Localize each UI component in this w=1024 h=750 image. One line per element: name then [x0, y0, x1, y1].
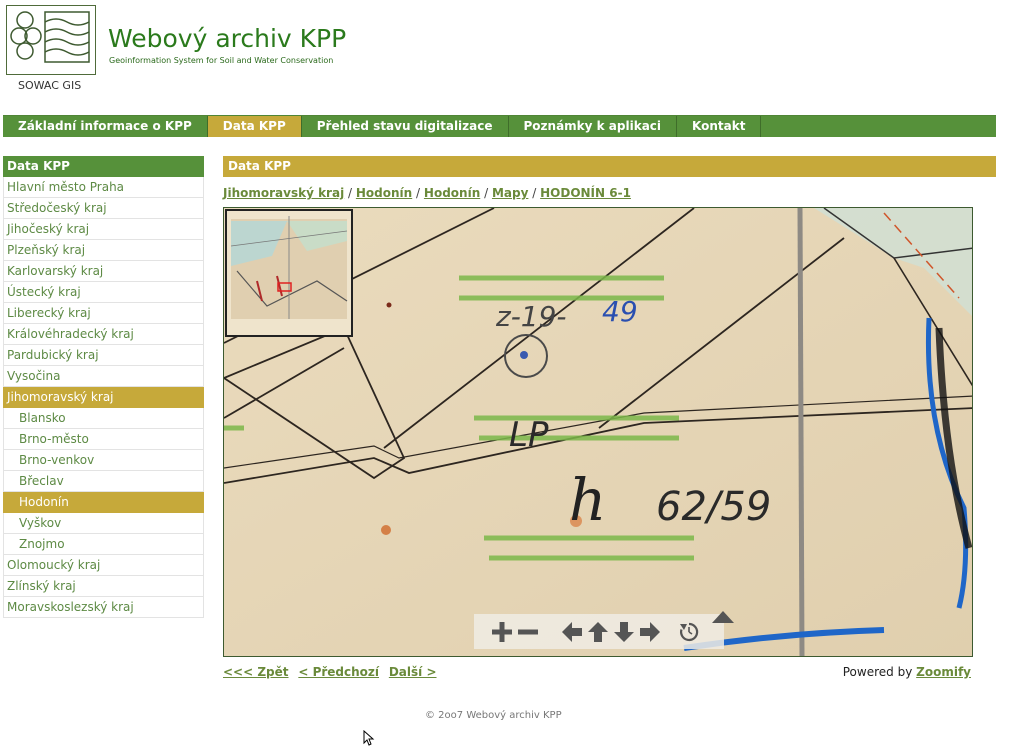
- sidebar-item-hodonin[interactable]: Hodonín: [3, 492, 204, 513]
- previous-link[interactable]: < Předchozí: [298, 665, 379, 679]
- sidebar-heading: Data KPP: [3, 156, 204, 177]
- sidebar-item-praha[interactable]: Hlavní město Praha: [3, 177, 204, 198]
- sidebar-item-stredocesky[interactable]: Středočeský kraj: [3, 198, 204, 219]
- breadcrumb-map-sheet[interactable]: HODONÍN 6-1: [540, 186, 631, 200]
- breadcrumb-separator: /: [416, 186, 421, 200]
- breadcrumb: Jihomoravský kraj / Hodonín / Hodonín / …: [223, 186, 631, 200]
- breadcrumb-hodonin-area[interactable]: Hodonín: [424, 186, 480, 200]
- sidebar-item-karlovarsky[interactable]: Karlovarský kraj: [3, 261, 204, 282]
- map-overview-thumbnail[interactable]: [225, 209, 353, 337]
- site-title: Webový archiv KPP: [108, 24, 347, 53]
- map-parcel-label: 62/59: [656, 484, 771, 530]
- breadcrumb-separator: /: [532, 186, 537, 200]
- map-lp-label: LP: [509, 415, 549, 455]
- next-link[interactable]: Další >: [389, 665, 437, 679]
- tab-data-kpp[interactable]: Data KPP: [207, 116, 302, 137]
- breadcrumb-mapy[interactable]: Mapy: [492, 186, 528, 200]
- sidebar: Data KPP Hlavní město Praha Středočeský …: [3, 156, 204, 618]
- breadcrumb-jihomoravsky[interactable]: Jihomoravský kraj: [223, 186, 344, 200]
- zoomify-map-viewer[interactable]: z-19- 49 LP h 62/59: [223, 207, 973, 657]
- reset-icon[interactable]: [677, 620, 701, 644]
- top-navigation: Základní informace o KPP Data KPP Přehle…: [3, 115, 996, 137]
- sidebar-item-brno-venkov[interactable]: Brno-venkov: [3, 450, 204, 471]
- sidebar-item-zlinsky[interactable]: Zlínský kraj: [3, 576, 204, 597]
- breadcrumb-separator: /: [484, 186, 489, 200]
- sidebar-item-moravskoslezsky[interactable]: Moravskoslezský kraj: [3, 597, 204, 618]
- zoomify-link[interactable]: Zoomify: [916, 665, 971, 679]
- sidebar-item-olomoucky[interactable]: Olomoucký kraj: [3, 555, 204, 576]
- pan-right-icon[interactable]: [638, 620, 662, 644]
- zoom-out-icon[interactable]: [516, 620, 540, 644]
- mouse-cursor-icon: [363, 729, 375, 750]
- sidebar-item-blansko[interactable]: Blansko: [3, 408, 204, 429]
- powered-by-label: Powered by: [842, 665, 913, 679]
- sidebar-item-znojmo[interactable]: Znojmo: [3, 534, 204, 555]
- toolbar-toggle-icon[interactable]: [712, 608, 734, 623]
- map-code-label: z-19-: [495, 300, 567, 333]
- sidebar-item-jihocesky[interactable]: Jihočeský kraj: [3, 219, 204, 240]
- pan-down-icon[interactable]: [612, 620, 636, 644]
- sowac-logo: [6, 5, 96, 75]
- breadcrumb-separator: /: [348, 186, 353, 200]
- logo-caption: SOWAC GIS: [18, 79, 82, 92]
- sidebar-item-liberecky[interactable]: Liberecký kraj: [3, 303, 204, 324]
- sidebar-item-breclav[interactable]: Břeclav: [3, 471, 204, 492]
- zoomify-toolbar: [474, 614, 724, 649]
- footer-copyright: © 2oo7 Webový archiv KPP: [425, 710, 562, 721]
- sidebar-item-vysocina[interactable]: Vysočina: [3, 366, 204, 387]
- sidebar-item-vyskov[interactable]: Vyškov: [3, 513, 204, 534]
- sidebar-item-kralovehradecky[interactable]: Královéhradecký kraj: [3, 324, 204, 345]
- back-link[interactable]: <<< Zpět: [223, 665, 289, 679]
- tab-kontakt[interactable]: Kontakt: [677, 116, 762, 137]
- map-h-label: h: [569, 466, 606, 534]
- pan-left-icon[interactable]: [560, 620, 584, 644]
- tab-prehled-digitalizace[interactable]: Přehled stavu digitalizace: [302, 116, 509, 137]
- site-subtitle: Geoinformation System for Soil and Water…: [109, 56, 334, 65]
- powered-by: Powered by Zoomify: [843, 665, 971, 679]
- sidebar-item-plzensky[interactable]: Plzeňský kraj: [3, 240, 204, 261]
- map-code-blue-label: 49: [602, 295, 638, 328]
- main-heading: Data KPP: [223, 156, 996, 177]
- pager: <<< Zpět < Předchozí Další >: [223, 665, 443, 679]
- tab-poznamky[interactable]: Poznámky k aplikaci: [509, 116, 678, 137]
- sidebar-item-brno-mesto[interactable]: Brno-město: [3, 429, 204, 450]
- breadcrumb-hodonin-district[interactable]: Hodonín: [356, 186, 412, 200]
- zoom-in-icon[interactable]: [490, 620, 514, 644]
- sidebar-item-pardubicky[interactable]: Pardubický kraj: [3, 345, 204, 366]
- tab-zakladni-informace[interactable]: Základní informace o KPP: [3, 116, 208, 137]
- sidebar-item-ustecky[interactable]: Ústecký kraj: [3, 282, 204, 303]
- sidebar-item-jihomoravsky[interactable]: Jihomoravský kraj: [3, 387, 204, 408]
- pan-up-icon[interactable]: [586, 620, 610, 644]
